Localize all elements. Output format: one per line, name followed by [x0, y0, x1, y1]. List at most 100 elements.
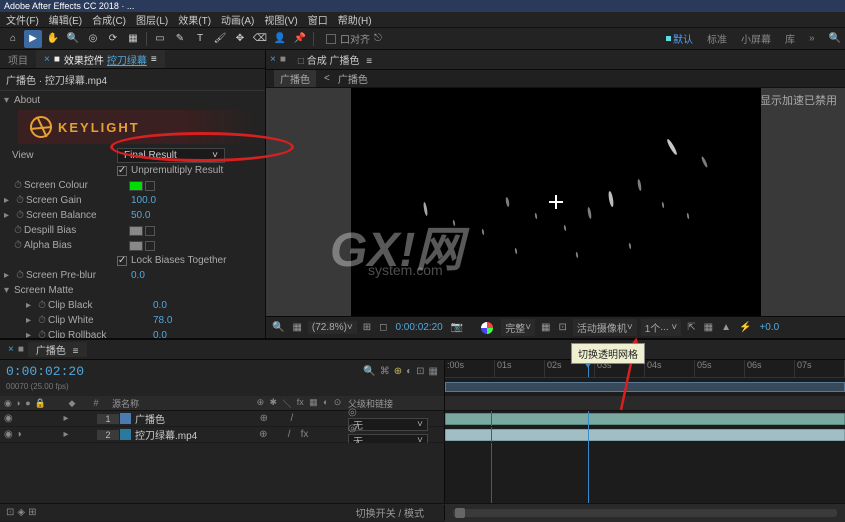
stopwatch-icon[interactable]: ⏱	[14, 210, 26, 221]
rotate-tool-icon[interactable]: ⟳	[104, 30, 122, 48]
tl-graph-icon[interactable]: ⊡	[416, 366, 424, 377]
roi-icon[interactable]: ◻	[377, 322, 389, 333]
clip-white-value[interactable]: 78.0	[153, 315, 172, 326]
switch-cell[interactable]: /	[288, 429, 291, 440]
toggle-3-icon[interactable]: ⊞	[28, 507, 36, 518]
eraser-tool-icon[interactable]: ⌫	[251, 30, 269, 48]
expand-icon[interactable]: ▸	[4, 270, 14, 281]
preblur-value[interactable]: 0.0	[131, 270, 145, 281]
grid-icon[interactable]: ▦	[702, 322, 715, 333]
current-timecode[interactable]: 0:00:02:20	[6, 364, 84, 379]
effect-controls-tab[interactable]: × ■ 效果控件 控刀绿幕 ≡	[36, 50, 165, 68]
workspace-more-icon[interactable]: »	[809, 31, 815, 46]
layer-name[interactable]: 控刀绿幕.mp4	[135, 427, 197, 442]
despill-swatch[interactable]	[129, 226, 143, 236]
timeline-ruler[interactable]: :00s 01s 02s 03s 04s 05s 06s 07s	[445, 360, 845, 378]
workspace-small[interactable]: 小屏幕	[741, 31, 771, 46]
tl-3d-icon[interactable]: ▦	[429, 366, 438, 377]
puppet-tool-icon[interactable]: 📌	[291, 30, 309, 48]
workspace-standard[interactable]: 标准	[707, 31, 727, 46]
clip-black-value[interactable]: 0.0	[153, 300, 167, 311]
text-tool-icon[interactable]: T	[191, 30, 209, 48]
composition-tab[interactable]: □ 合成 广播色 ≡	[290, 52, 380, 67]
stopwatch-icon[interactable]: ⏱	[14, 195, 26, 206]
view-dropdown[interactable]: Final Result˅	[117, 148, 225, 163]
expand-layer-icon[interactable]: ▸	[60, 413, 72, 424]
panel-dropdown-icon[interactable]: ≡	[151, 54, 157, 65]
menu-window[interactable]: 窗口	[308, 12, 328, 27]
effect-target-link[interactable]: 控刀绿幕	[107, 52, 147, 67]
tl-shy-icon[interactable]: ⌘	[380, 366, 390, 377]
project-tab[interactable]: 项目	[0, 50, 36, 68]
audio-icon[interactable]: ◗	[17, 429, 23, 440]
roto-tool-icon[interactable]: 👤	[271, 30, 289, 48]
panel-menu-icon[interactable]: ≡	[366, 56, 372, 67]
toggle-2-icon[interactable]: ◈	[17, 507, 25, 518]
expand-about-icon[interactable]: ▾	[4, 95, 14, 106]
stopwatch-icon[interactable]: ⏱	[36, 315, 48, 326]
exposure-value[interactable]: +0.0	[757, 322, 781, 333]
panel-menu-icon[interactable]: ≡	[73, 346, 79, 357]
composition-viewer[interactable]: 显示加速已禁用	[266, 88, 845, 316]
camera-tool-icon[interactable]: ▦	[124, 30, 142, 48]
menu-layer[interactable]: 图层(L)	[136, 12, 168, 27]
orbit-tool-icon[interactable]: ◎	[84, 30, 102, 48]
timeline-comp-tab[interactable]: 广播色 ≡	[28, 342, 87, 357]
tl-search-icon[interactable]: 🔍	[363, 366, 375, 377]
lock-biases-checkbox[interactable]: ✓	[117, 256, 127, 266]
switch-cell[interactable]: /	[291, 413, 294, 424]
hand-tool-icon[interactable]: ✋	[44, 30, 62, 48]
selection-tool-icon[interactable]: ▶	[24, 30, 42, 48]
stopwatch-icon[interactable]: ⏱	[12, 180, 24, 191]
menu-file[interactable]: 文件(F)	[6, 12, 39, 27]
expand-icon[interactable]: ▸	[26, 315, 36, 326]
brush-tool-icon[interactable]: 🖌	[211, 30, 229, 48]
switch-cell[interactable]: ⊕	[259, 429, 267, 440]
search-help-icon[interactable]: 🔍	[829, 31, 841, 46]
expand-icon[interactable]: ▸	[26, 300, 36, 311]
menu-help[interactable]: 帮助(H)	[338, 12, 372, 27]
eyedropper-icon[interactable]	[145, 241, 155, 251]
expand-icon[interactable]: ▸	[26, 330, 36, 338]
timeline-zoom-slider[interactable]	[445, 504, 845, 522]
composition-preview[interactable]	[351, 88, 761, 316]
alpha-icon[interactable]: ▦	[290, 322, 303, 333]
toggle-1-icon[interactable]: ⊡	[6, 507, 14, 518]
layer-label-color[interactable]	[72, 418, 96, 420]
timeline-layer-row[interactable]: ◉ ◗ ▸ 2 控刀绿幕.mp4 ⊕ / fx ◎ 无˅	[0, 427, 845, 443]
zoom-dropdown[interactable]: (72.8%) ˅	[308, 321, 357, 334]
expand-icon[interactable]: ▸	[4, 195, 14, 206]
camera-dropdown[interactable]: 活动摄像机 ˅	[573, 319, 637, 336]
eye-icon[interactable]: ◉	[4, 413, 13, 424]
panel-menu-icon[interactable]: ■	[54, 54, 60, 65]
workspace-default[interactable]: 默认	[666, 31, 693, 46]
col-source-name[interactable]: 源名称	[108, 397, 254, 410]
clip-rollback-value[interactable]: 0.0	[153, 330, 167, 338]
share-icon[interactable]: ⇱	[685, 322, 697, 333]
lock-icon[interactable]: ■	[280, 54, 286, 65]
fx-switch[interactable]: fx	[301, 429, 309, 440]
transparency-icon[interactable]: ▦	[539, 322, 552, 333]
alpha-bias-swatch[interactable]	[129, 241, 143, 251]
guides-icon[interactable]: ⊡	[556, 322, 568, 333]
tl-blur-icon[interactable]: ◐	[406, 366, 412, 377]
expand-icon[interactable]: ▸	[4, 210, 14, 221]
zoom-tool-icon[interactable]: 🔍	[64, 30, 82, 48]
stopwatch-icon[interactable]: ⏱	[36, 330, 48, 338]
stopwatch-icon[interactable]: ⏱	[12, 240, 24, 251]
tl-fx-icon[interactable]: ⊕	[394, 366, 402, 377]
menu-effect[interactable]: 效果(T)	[178, 12, 211, 27]
stopwatch-icon[interactable]: ⏱	[14, 270, 26, 281]
home-icon[interactable]: ⌂	[4, 30, 22, 48]
view-count-dropdown[interactable]: 1个... ˅	[641, 319, 682, 336]
timecode-button[interactable]: 0:00:02:20	[393, 322, 444, 333]
eyedropper-icon[interactable]	[145, 226, 155, 236]
clone-tool-icon[interactable]: ✥	[231, 30, 249, 48]
channel-icon[interactable]	[481, 322, 493, 334]
work-area[interactable]	[445, 378, 845, 396]
breadcrumb-item[interactable]: 广播色	[274, 70, 316, 87]
layer-bar[interactable]	[445, 429, 845, 441]
screen-colour-swatch[interactable]	[129, 181, 143, 191]
menu-edit[interactable]: 编辑(E)	[49, 12, 82, 27]
screen-balance-value[interactable]: 50.0	[131, 210, 150, 221]
